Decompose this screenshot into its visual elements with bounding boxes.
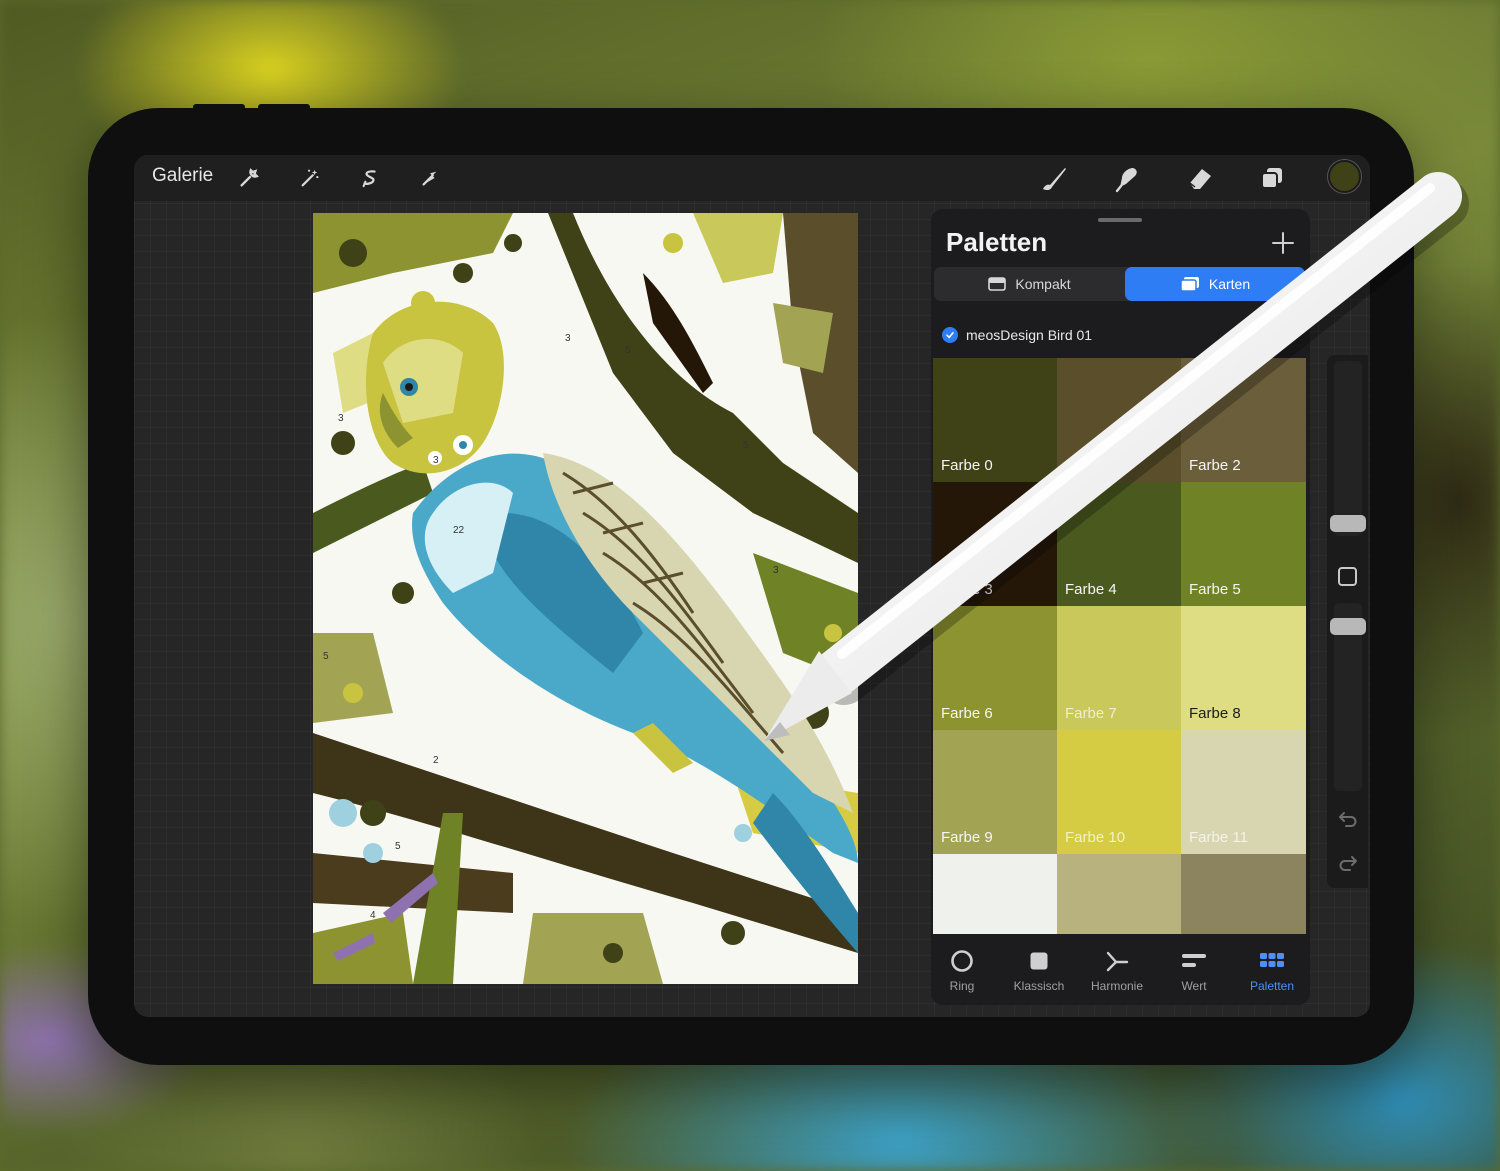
selection-icon[interactable]: [353, 161, 387, 195]
swatch-farbe-12[interactable]: [933, 854, 1057, 934]
swatch-label: Farbe 11: [1189, 829, 1248, 846]
swatch-farbe-2[interactable]: Farbe 2: [1181, 358, 1306, 482]
cards-icon: [1180, 277, 1199, 292]
swatch-label: Farbe 6: [941, 705, 993, 722]
swatch-farbe-8[interactable]: Farbe 8: [1181, 606, 1306, 730]
swatch-farbe-9[interactable]: Farbe 9: [933, 730, 1057, 854]
swatch-farbe-13[interactable]: [1057, 854, 1181, 934]
compact-icon: [988, 277, 1007, 291]
svg-text:3: 3: [773, 565, 779, 576]
value-sliders-icon: [1182, 954, 1206, 967]
color-mode-tabs: Ring Klassisch Harmonie Wert Paletten: [931, 939, 1310, 1003]
default-palette-check-icon[interactable]: [942, 327, 958, 343]
add-palette-icon[interactable]: [1271, 231, 1295, 255]
swatch-farbe-3[interactable]: Farbe 3: [933, 482, 1057, 606]
palette-header[interactable]: meosDesign Bird 01: [942, 327, 1092, 343]
swatch-label: Farbe 9: [941, 829, 993, 846]
svg-text:5: 5: [395, 841, 401, 852]
swatch-label: Farbe 5: [1189, 581, 1241, 598]
opacity-thumb[interactable]: [1330, 618, 1366, 635]
top-toolbar: Galerie: [134, 155, 1370, 201]
swatch-farbe-11[interactable]: Farbe 11: [1181, 730, 1306, 854]
tab-harmonie-label: Harmonie: [1090, 979, 1144, 993]
swatch-label: Farbe 4: [1065, 581, 1117, 598]
view-mode-cards[interactable]: Karten: [1125, 267, 1305, 301]
right-sidebar: [1327, 355, 1368, 888]
tab-klassisch-label: Klassisch: [1013, 979, 1065, 993]
swatch-label: Farbe 0: [941, 457, 993, 474]
view-mode-segmented-control: Kompakt Karten: [934, 267, 1305, 301]
palettes-grid-icon: [1260, 953, 1284, 967]
swatch-farbe-10[interactable]: Farbe 10: [1057, 730, 1181, 854]
view-mode-compact-label: Kompakt: [1015, 276, 1071, 292]
swatch-farbe-14[interactable]: [1181, 854, 1306, 934]
svg-text:3: 3: [565, 333, 571, 344]
current-color-swatch[interactable]: [1328, 160, 1361, 193]
panel-title: Paletten: [946, 227, 1048, 257]
undo-icon[interactable]: [1337, 808, 1359, 830]
svg-text:5: 5: [625, 345, 631, 356]
tab-paletten-label: Paletten: [1249, 979, 1295, 993]
swatch-label: Farbe 10: [1065, 829, 1126, 846]
swatch-farbe-1[interactable]: Farbe 1: [1057, 358, 1181, 482]
view-mode-cards-label: Karten: [1208, 276, 1251, 292]
ipad-top-button: [258, 104, 310, 110]
swatch-farbe-5[interactable]: Farbe 5: [1181, 482, 1306, 606]
canvas-artwork[interactable]: 3 5 3 3 22 5 5 4 2 5 3: [313, 213, 858, 984]
transform-arrow-icon[interactable]: [413, 161, 447, 195]
swatch-label: Farbe 7: [1065, 705, 1117, 722]
brush-icon[interactable]: [1037, 161, 1071, 195]
tab-paletten[interactable]: Paletten: [1234, 949, 1310, 993]
tab-harmonie[interactable]: Harmonie: [1079, 949, 1155, 993]
svg-text:5: 5: [743, 440, 749, 451]
swatch-farbe-4[interactable]: Farbe 4: [1057, 482, 1181, 606]
eraser-icon[interactable]: [1183, 161, 1217, 195]
ipad-top-button: [193, 104, 245, 110]
svg-text:3: 3: [338, 413, 344, 424]
swatch-label: Farbe 8: [1189, 705, 1241, 722]
swatch-farbe-0[interactable]: Farbe 0: [933, 358, 1057, 482]
budgie-illustration: 3 5 3 3 22 5 5 4 2 5 3: [313, 213, 858, 984]
swatch-farbe-6[interactable]: Farbe 6: [933, 606, 1057, 730]
tab-ring-label: Ring: [949, 979, 975, 993]
panel-grabber[interactable]: [1098, 218, 1142, 222]
magic-wand-icon[interactable]: [293, 161, 327, 195]
swatch-label: Farbe 2: [1189, 457, 1241, 474]
tab-wert-label: Wert: [1181, 979, 1207, 993]
square-icon: [1030, 952, 1048, 970]
swatch-farbe-7[interactable]: Farbe 7: [1057, 606, 1181, 730]
palette-swatch-grid: Farbe 0 Farbe 1 Farbe 2 Farbe 3 Farbe 4 …: [933, 358, 1306, 934]
gallery-button[interactable]: Galerie: [152, 165, 213, 187]
brush-size-thumb[interactable]: [1330, 515, 1366, 532]
procreate-screen: Galerie 3 5 3 3 22 5 5 4 2 5 3 Paletten …: [134, 155, 1370, 1017]
harmony-icon: [1106, 951, 1129, 972]
smudge-icon[interactable]: [1110, 161, 1144, 195]
svg-text:4: 4: [370, 910, 376, 921]
tab-ring[interactable]: Ring: [924, 949, 1000, 993]
brush-size-slider[interactable]: [1334, 361, 1362, 536]
svg-text:3: 3: [433, 455, 439, 466]
color-palette-panel: Paletten Kompakt Karten meosDesign Bird …: [931, 209, 1310, 1005]
view-mode-compact[interactable]: Kompakt: [934, 267, 1125, 301]
modify-button[interactable]: [1338, 567, 1357, 586]
ring-icon: [951, 950, 973, 972]
layers-icon[interactable]: [1255, 161, 1289, 195]
svg-text:5: 5: [323, 651, 329, 662]
tab-wert[interactable]: Wert: [1156, 949, 1232, 993]
wrench-icon[interactable]: [232, 161, 266, 195]
redo-icon[interactable]: [1337, 852, 1359, 874]
svg-text:22: 22: [453, 525, 465, 536]
tab-klassisch[interactable]: Klassisch: [1001, 949, 1077, 993]
svg-text:2: 2: [433, 755, 439, 766]
palette-name: meosDesign Bird 01: [966, 327, 1093, 343]
swatch-label: Farbe 1: [1065, 457, 1117, 474]
swatch-label: Farbe 3: [941, 581, 993, 598]
